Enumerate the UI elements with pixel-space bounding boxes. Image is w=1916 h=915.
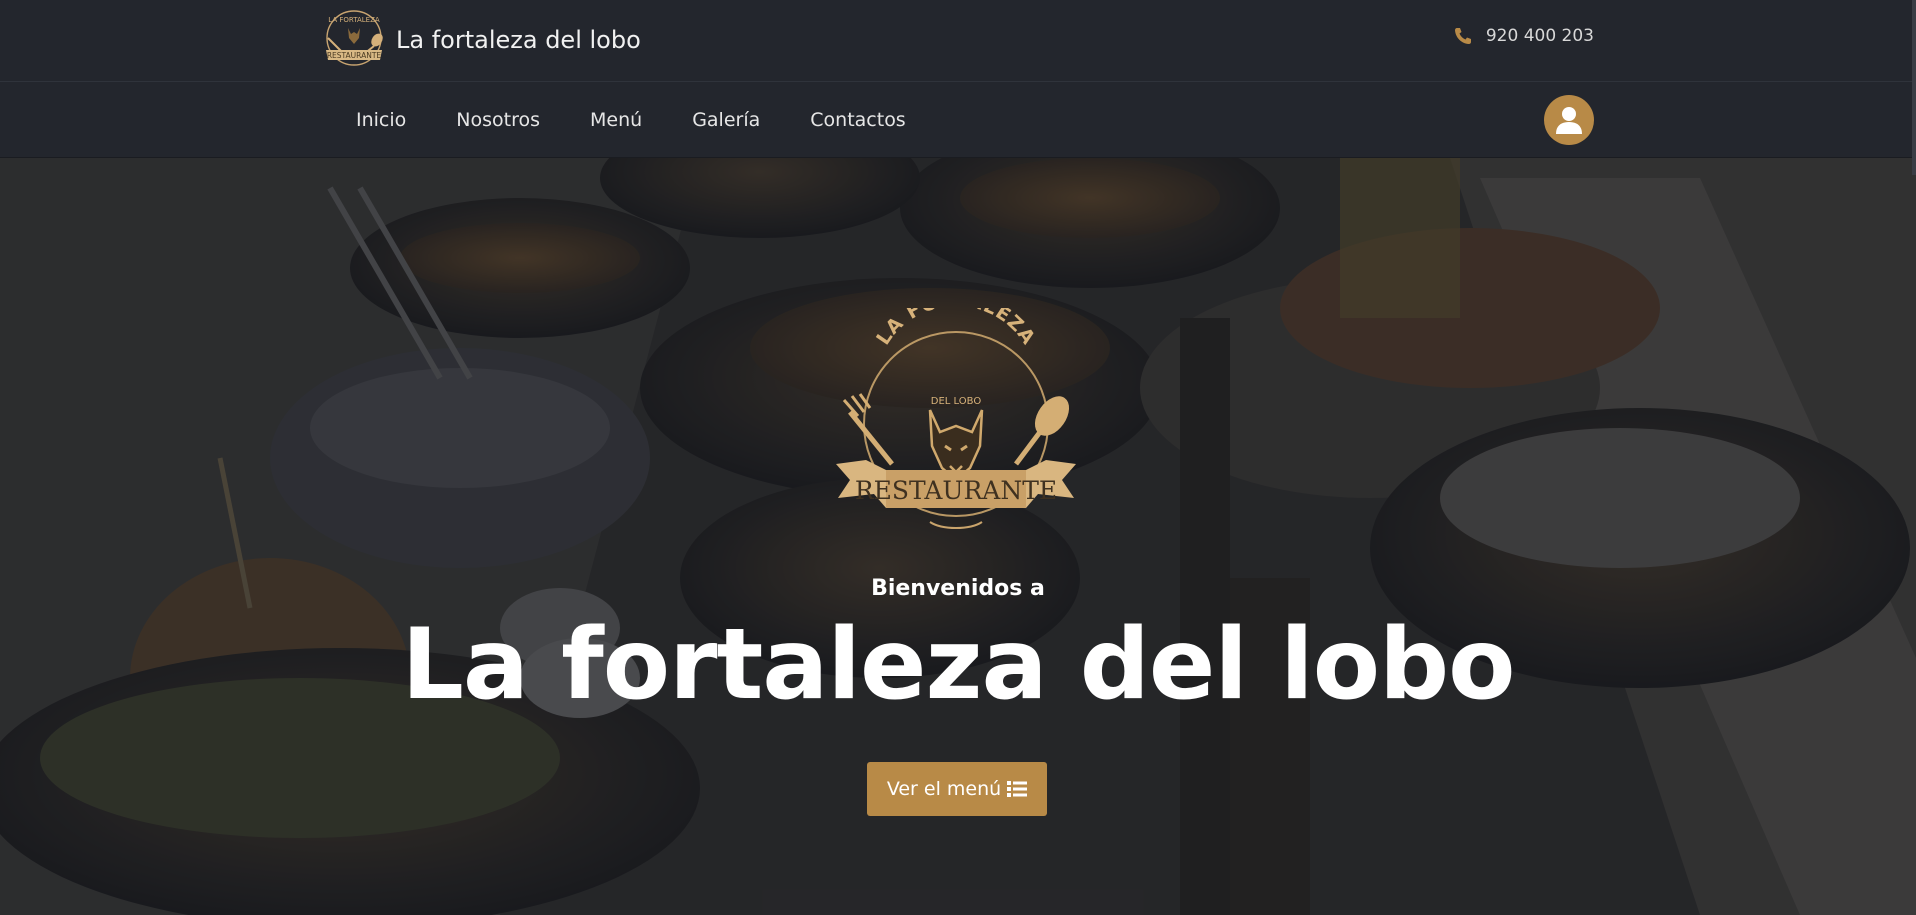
svg-text:RESTAURANTE: RESTAURANTE xyxy=(855,476,1057,505)
wolf-restaurant-logo-icon: LA FORTALEZA RESTAURANTE xyxy=(326,10,383,66)
phone-link[interactable]: 920 400 203 xyxy=(1454,26,1594,46)
nav-item-nosotros[interactable]: Nosotros xyxy=(456,109,540,131)
user-account-button[interactable] xyxy=(1544,95,1594,145)
user-icon xyxy=(1556,107,1582,134)
nav-item-galeria[interactable]: Galería xyxy=(692,109,760,131)
svg-text:DEL LOBO: DEL LOBO xyxy=(931,396,982,407)
view-menu-label: Ver el menú xyxy=(886,778,1002,800)
svg-text:LA FORTALEZA: LA FORTALEZA xyxy=(872,308,1039,349)
brand-name: La fortaleza del lobo xyxy=(396,26,641,54)
hero-section: LA FORTALEZA DEL LOBO RESTAURANTE Bienve… xyxy=(0,158,1916,915)
svg-text:LA FORTALEZA: LA FORTALEZA xyxy=(328,16,380,24)
hero-title: La fortaleza del lobo xyxy=(401,608,1515,722)
phone-number: 920 400 203 xyxy=(1485,26,1594,46)
nav-bar: Inicio Nosotros Menú Galería Contactos xyxy=(0,82,1916,158)
nav-item-menu[interactable]: Menú xyxy=(590,109,642,131)
main-nav: Inicio Nosotros Menú Galería Contactos xyxy=(356,82,956,158)
svg-text:RESTAURANTE: RESTAURANTE xyxy=(327,51,382,60)
page-scrollbar[interactable] xyxy=(1912,0,1916,175)
hero-subtitle: Bienvenidos a xyxy=(871,576,1045,601)
nav-item-contactos[interactable]: Contactos xyxy=(810,109,905,131)
brand-link[interactable]: LA FORTALEZA RESTAURANTE La fortaleza de… xyxy=(318,8,641,72)
view-menu-button[interactable]: Ver el menú xyxy=(867,762,1047,816)
list-icon xyxy=(1007,781,1028,797)
restaurant-emblem-logo: LA FORTALEZA DEL LOBO RESTAURANTE xyxy=(836,308,1076,529)
top-bar: LA FORTALEZA RESTAURANTE La fortaleza de… xyxy=(0,0,1916,82)
nav-item-inicio[interactable]: Inicio xyxy=(356,109,406,131)
phone-icon xyxy=(1454,28,1471,44)
